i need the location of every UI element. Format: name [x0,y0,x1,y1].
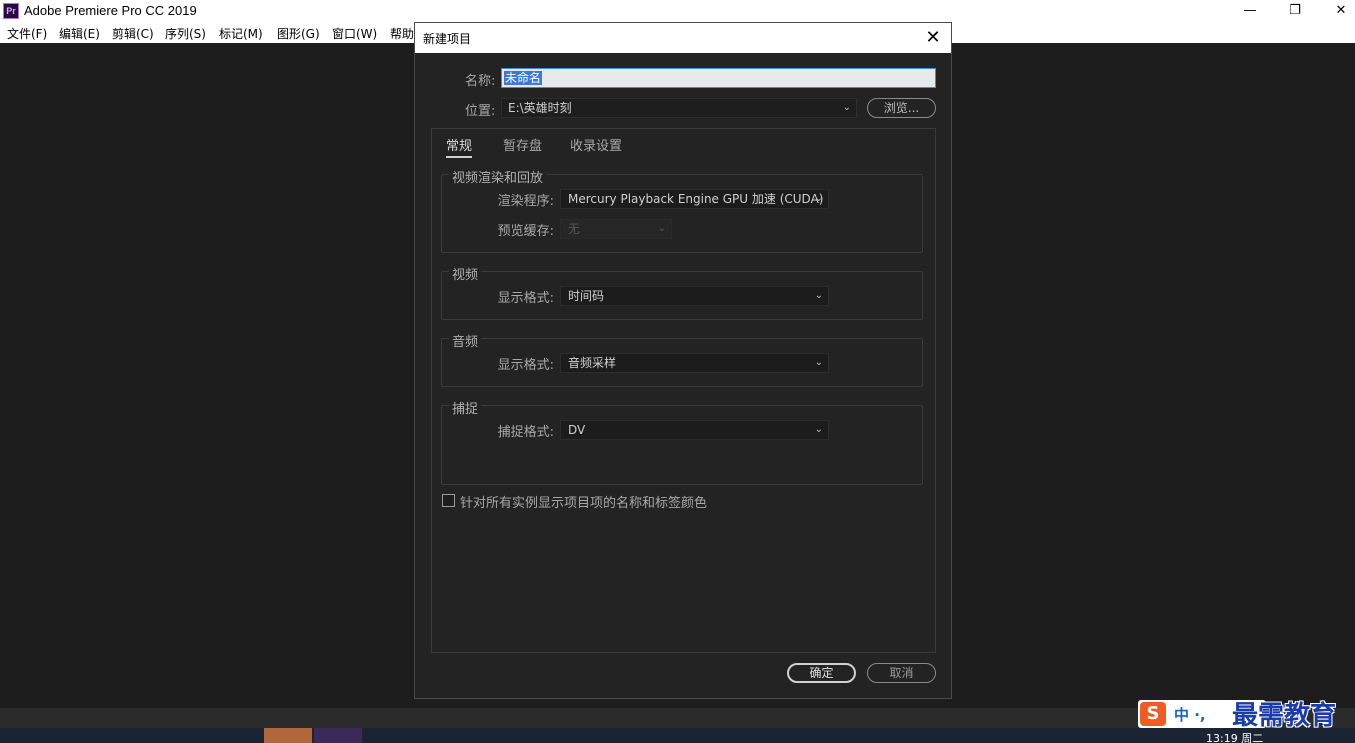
premiere-app-icon: Pr [3,3,19,19]
label-colors-checkbox[interactable] [442,494,455,507]
audio-group-title: 音频 [449,331,482,350]
audio-display-format-label: 显示格式: [497,358,554,373]
menu-edit[interactable]: 编辑(E) [59,25,100,42]
capture-format-label: 捕捉格式: [497,425,554,440]
capture-format-value: DV [568,423,586,437]
browse-button[interactable]: 浏览... [867,98,936,118]
renderer-select[interactable]: Mercury Playback Engine GPU 加速 (CUDA) ⌄ [560,189,829,209]
menu-file[interactable]: 文件(F) [7,25,47,42]
tab-ingest-settings[interactable]: 收录设置 [570,135,622,154]
render-group: 视频渲染和回放 渲染程序: Mercury Playback Engine GP… [441,167,923,253]
taskbar-clock: 13:19 周二 [1206,732,1264,743]
app-titlebar: Pr Adobe Premiere Pro CC 2019 — ❐ ✕ [0,0,1355,22]
tab-scratch-disks[interactable]: 暂存盘 [503,135,542,154]
video-group: 视频 显示格式: 时间码 ⌄ [441,264,923,320]
ok-button[interactable]: 确定 [787,663,856,683]
audio-display-format-value: 音频采样 [568,356,617,370]
minimize-button[interactable]: — [1227,0,1273,22]
dialog-close-icon[interactable]: ✕ [921,26,945,50]
dialog-titlebar: 新建项目 ✕ [415,23,951,53]
label-colors-checkbox-label[interactable]: 针对所有实例显示项目项的名称和标签颜色 [460,492,707,511]
cancel-button[interactable]: 取消 [867,663,936,683]
location-label: 位置: [465,104,496,119]
capture-group: 捕捉 捕捉格式: DV ⌄ [441,398,923,485]
app-title: Adobe Premiere Pro CC 2019 [24,3,197,18]
menu-help[interactable]: 帮助 [390,25,414,42]
renderer-value: Mercury Playback Engine GPU 加速 (CUDA) [568,192,824,206]
project-name-input[interactable]: 未命名 [501,68,936,88]
chevron-down-icon: ⌄ [657,223,666,234]
taskbar-app-icon[interactable] [264,728,312,743]
close-button[interactable]: ✕ [1318,0,1355,22]
settings-panel: 常规 暂存盘 收录设置 视频渲染和回放 渲染程序: Mercury Playba… [431,128,936,653]
audio-display-format-select[interactable]: 音频采样 ⌄ [560,353,829,373]
watermark-logo: 最需教育 [1232,701,1337,731]
audio-group: 音频 显示格式: 音频采样 ⌄ [441,331,923,387]
menu-markers[interactable]: 标记(M) [219,25,263,42]
ime-language-indicator[interactable]: 中 ·, [1174,704,1206,725]
new-project-dialog: 新建项目 ✕ 名称: 未命名 位置: E:\英雄时刻 ⌄ 浏览... 常规 暂存… [414,22,952,699]
menu-graphics[interactable]: 图形(G) [277,25,320,42]
name-label: 名称: [465,74,496,89]
tab-general[interactable]: 常规 [446,135,473,158]
sogou-ime-icon: S [1140,702,1166,726]
location-value: E:\英雄时刻 [508,101,572,115]
menu-sequence[interactable]: 序列(S) [165,25,206,42]
menu-clip[interactable]: 剪辑(C) [112,25,154,42]
capture-group-title: 捕捉 [449,398,482,417]
project-name-value: 未命名 [504,71,543,85]
video-group-title: 视频 [449,264,482,283]
taskbar-premiere-icon[interactable] [314,728,362,743]
preview-cache-label: 预览缓存: [497,224,554,239]
chevron-down-icon: ⌄ [814,357,823,368]
render-group-title: 视频渲染和回放 [449,167,547,186]
video-display-format-value: 时间码 [568,289,605,303]
preview-cache-select: 无 ⌄ [560,219,672,239]
capture-format-select[interactable]: DV ⌄ [560,420,829,440]
preview-cache-value: 无 [568,222,581,236]
chevron-down-icon: ⌄ [814,193,823,204]
taskbar [0,728,1355,743]
chevron-down-icon: ⌄ [842,102,851,113]
chevron-down-icon: ⌄ [814,290,823,301]
video-display-format-select[interactable]: 时间码 ⌄ [560,286,829,306]
chevron-down-icon: ⌄ [814,424,823,435]
location-select[interactable]: E:\英雄时刻 ⌄ [501,98,857,118]
dialog-title: 新建项目 [423,32,472,46]
maximize-button[interactable]: ❐ [1272,0,1318,22]
video-display-format-label: 显示格式: [497,291,554,306]
renderer-label: 渲染程序: [497,194,554,209]
menu-window[interactable]: 窗口(W) [332,25,377,42]
